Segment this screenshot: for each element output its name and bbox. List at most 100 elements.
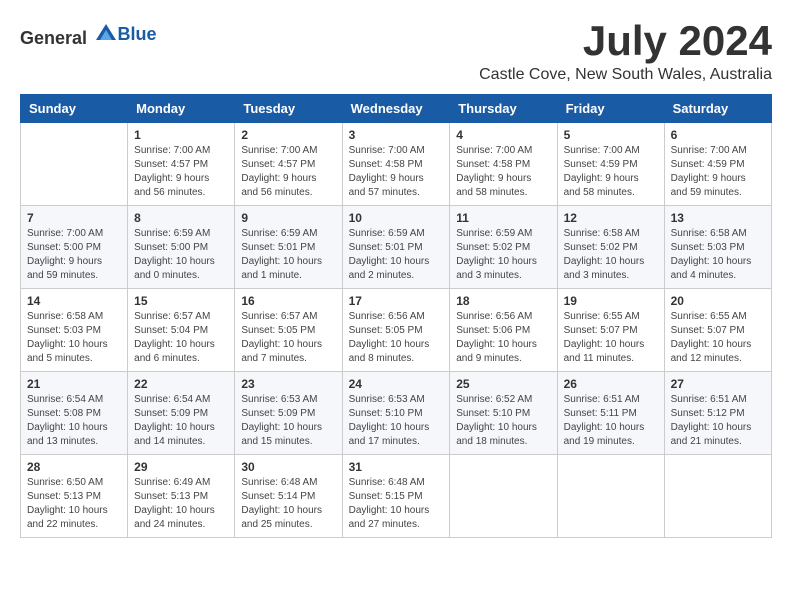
calendar-day-cell: 20Sunrise: 6:55 AMSunset: 5:07 PMDayligh… xyxy=(664,289,771,372)
calendar-day-cell: 12 Sunrise: 6:58 AMSunset: 5:02 PMDayligh… xyxy=(557,206,664,289)
day-number: 15 xyxy=(134,294,228,308)
day-number: 20 xyxy=(671,294,765,308)
calendar-day-cell: 28Sunrise: 6:50 AMSunset: 5:13 PMDayligh… xyxy=(21,455,128,538)
calendar-header-row: SundayMondayTuesdayWednesdayThursdayFrid… xyxy=(21,95,772,123)
calendar-table: SundayMondayTuesdayWednesdayThursdayFrid… xyxy=(20,94,772,538)
calendar-day-header: Sunday xyxy=(21,95,128,123)
calendar-day-cell: 7 Sunrise: 7:00 AMSunset: 5:00 PMDaylight… xyxy=(21,206,128,289)
day-number: 29 xyxy=(134,460,228,474)
day-info: Sunrise: 7:00 AMSunset: 4:57 PMDaylight:… xyxy=(134,144,228,200)
calendar-day-cell: 15 Sunrise: 6:57 AMSunset: 5:04 PMDayligh… xyxy=(128,289,235,372)
day-number: 10 xyxy=(349,211,444,225)
calendar-day-cell: 22Sunrise: 6:54 AMSunset: 5:09 PMDayligh… xyxy=(128,372,235,455)
calendar-day-cell: 6Sunrise: 7:00 AMSunset: 4:59 PMDaylight… xyxy=(664,123,771,206)
calendar-day-cell: 10Sunrise: 6:59 AMSunset: 5:01 PMDayligh… xyxy=(342,206,450,289)
calendar-day-cell xyxy=(450,455,557,538)
calendar-day-header: Thursday xyxy=(450,95,557,123)
day-info: Sunrise: 6:58 AMSunset: 5:03 PMDaylight:… xyxy=(27,310,121,366)
day-info: Sunrise: 6:59 AMSunset: 5:00 PMDaylight:… xyxy=(134,227,228,283)
day-number: 7 xyxy=(27,211,121,225)
logo: General Blue xyxy=(20,20,157,49)
calendar-day-cell: 5 Sunrise: 7:00 AMSunset: 4:59 PMDaylight… xyxy=(557,123,664,206)
calendar-day-cell: 24 Sunrise: 6:53 AMSunset: 5:10 PMDayligh… xyxy=(342,372,450,455)
calendar-day-header: Wednesday xyxy=(342,95,450,123)
calendar-day-cell: 8 Sunrise: 6:59 AMSunset: 5:00 PMDaylight… xyxy=(128,206,235,289)
day-number: 4 xyxy=(456,128,550,142)
calendar-day-cell: 13Sunrise: 6:58 AMSunset: 5:03 PMDayligh… xyxy=(664,206,771,289)
day-number: 28 xyxy=(27,460,121,474)
calendar-day-cell: 29 Sunrise: 6:49 AMSunset: 5:13 PMDayligh… xyxy=(128,455,235,538)
calendar-day-cell: 11 Sunrise: 6:59 AMSunset: 5:02 PMDayligh… xyxy=(450,206,557,289)
day-info: Sunrise: 7:00 AMSunset: 4:58 PMDaylight:… xyxy=(456,144,550,200)
location-subtitle: Castle Cove, New South Wales, Australia xyxy=(479,66,772,84)
day-info: Sunrise: 6:56 AMSunset: 5:05 PMDaylight:… xyxy=(349,310,444,366)
calendar-day-cell: 23 Sunrise: 6:53 AMSunset: 5:09 PMDayligh… xyxy=(235,372,342,455)
day-number: 31 xyxy=(349,460,444,474)
day-number: 12 xyxy=(564,211,658,225)
calendar-day-cell: 3 Sunrise: 7:00 AMSunset: 4:58 PMDaylight… xyxy=(342,123,450,206)
day-info: Sunrise: 6:56 AMSunset: 5:06 PMDaylight:… xyxy=(456,310,550,366)
day-number: 24 xyxy=(349,377,444,391)
calendar-day-cell: 25 Sunrise: 6:52 AMSunset: 5:10 PMDayligh… xyxy=(450,372,557,455)
day-info: Sunrise: 6:51 AMSunset: 5:12 PMDaylight:… xyxy=(671,393,765,449)
calendar-week-row: 28Sunrise: 6:50 AMSunset: 5:13 PMDayligh… xyxy=(21,455,772,538)
day-info: Sunrise: 7:00 AMSunset: 4:59 PMDaylight:… xyxy=(671,144,765,200)
day-info: Sunrise: 6:55 AMSunset: 5:07 PMDaylight:… xyxy=(564,310,658,366)
day-info: Sunrise: 6:53 AMSunset: 5:09 PMDaylight:… xyxy=(241,393,335,449)
calendar-day-cell: 31 Sunrise: 6:48 AMSunset: 5:15 PMDayligh… xyxy=(342,455,450,538)
calendar-day-cell: 19 Sunrise: 6:55 AMSunset: 5:07 PMDayligh… xyxy=(557,289,664,372)
day-number: 8 xyxy=(134,211,228,225)
logo-general: General xyxy=(20,28,87,48)
calendar-day-cell xyxy=(664,455,771,538)
day-number: 26 xyxy=(564,377,658,391)
calendar-day-header: Saturday xyxy=(664,95,771,123)
day-info: Sunrise: 6:53 AMSunset: 5:10 PMDaylight:… xyxy=(349,393,444,449)
calendar-week-row: 21 Sunrise: 6:54 AMSunset: 5:08 PMDayligh… xyxy=(21,372,772,455)
day-number: 21 xyxy=(27,377,121,391)
day-info: Sunrise: 6:54 AMSunset: 5:08 PMDaylight:… xyxy=(27,393,121,449)
day-info: Sunrise: 6:57 AMSunset: 5:04 PMDaylight:… xyxy=(134,310,228,366)
day-info: Sunrise: 6:49 AMSunset: 5:13 PMDaylight:… xyxy=(134,476,228,532)
day-info: Sunrise: 7:00 AMSunset: 4:57 PMDaylight:… xyxy=(241,144,335,200)
calendar-day-header: Friday xyxy=(557,95,664,123)
day-number: 25 xyxy=(456,377,550,391)
calendar-day-cell: 2 Sunrise: 7:00 AMSunset: 4:57 PMDaylight… xyxy=(235,123,342,206)
day-info: Sunrise: 6:51 AMSunset: 5:11 PMDaylight:… xyxy=(564,393,658,449)
day-info: Sunrise: 7:00 AMSunset: 4:59 PMDaylight:… xyxy=(564,144,658,200)
day-number: 14 xyxy=(27,294,121,308)
day-number: 5 xyxy=(564,128,658,142)
day-info: Sunrise: 7:00 AMSunset: 4:58 PMDaylight:… xyxy=(349,144,444,200)
calendar-day-cell: 26 Sunrise: 6:51 AMSunset: 5:11 PMDayligh… xyxy=(557,372,664,455)
calendar-day-cell: 18Sunrise: 6:56 AMSunset: 5:06 PMDayligh… xyxy=(450,289,557,372)
calendar-day-cell: 27 Sunrise: 6:51 AMSunset: 5:12 PMDayligh… xyxy=(664,372,771,455)
day-number: 2 xyxy=(241,128,335,142)
calendar-week-row: 14 Sunrise: 6:58 AMSunset: 5:03 PMDayligh… xyxy=(21,289,772,372)
calendar-day-cell: 1Sunrise: 7:00 AMSunset: 4:57 PMDaylight… xyxy=(128,123,235,206)
month-year-title: July 2024 xyxy=(479,20,772,62)
day-number: 17 xyxy=(349,294,444,308)
calendar-day-cell: 9Sunrise: 6:59 AMSunset: 5:01 PMDaylight… xyxy=(235,206,342,289)
calendar-day-header: Tuesday xyxy=(235,95,342,123)
day-info: Sunrise: 6:58 AMSunset: 5:03 PMDaylight:… xyxy=(671,227,765,283)
day-info: Sunrise: 7:00 AMSunset: 5:00 PMDaylight:… xyxy=(27,227,121,283)
calendar-day-cell: 30Sunrise: 6:48 AMSunset: 5:14 PMDayligh… xyxy=(235,455,342,538)
day-info: Sunrise: 6:52 AMSunset: 5:10 PMDaylight:… xyxy=(456,393,550,449)
day-number: 11 xyxy=(456,211,550,225)
calendar-day-cell: 17 Sunrise: 6:56 AMSunset: 5:05 PMDayligh… xyxy=(342,289,450,372)
day-info: Sunrise: 6:57 AMSunset: 5:05 PMDaylight:… xyxy=(241,310,335,366)
calendar-day-cell: 21 Sunrise: 6:54 AMSunset: 5:08 PMDayligh… xyxy=(21,372,128,455)
day-number: 16 xyxy=(241,294,335,308)
day-info: Sunrise: 6:58 AMSunset: 5:02 PMDaylight:… xyxy=(564,227,658,283)
day-number: 3 xyxy=(349,128,444,142)
calendar-week-row: 7 Sunrise: 7:00 AMSunset: 5:00 PMDaylight… xyxy=(21,206,772,289)
logo-icon xyxy=(94,20,118,44)
calendar-day-cell xyxy=(557,455,664,538)
calendar-day-header: Monday xyxy=(128,95,235,123)
calendar-week-row: 1Sunrise: 7:00 AMSunset: 4:57 PMDaylight… xyxy=(21,123,772,206)
day-number: 30 xyxy=(241,460,335,474)
day-info: Sunrise: 6:48 AMSunset: 5:15 PMDaylight:… xyxy=(349,476,444,532)
day-info: Sunrise: 6:59 AMSunset: 5:02 PMDaylight:… xyxy=(456,227,550,283)
day-number: 19 xyxy=(564,294,658,308)
day-number: 23 xyxy=(241,377,335,391)
day-number: 27 xyxy=(671,377,765,391)
